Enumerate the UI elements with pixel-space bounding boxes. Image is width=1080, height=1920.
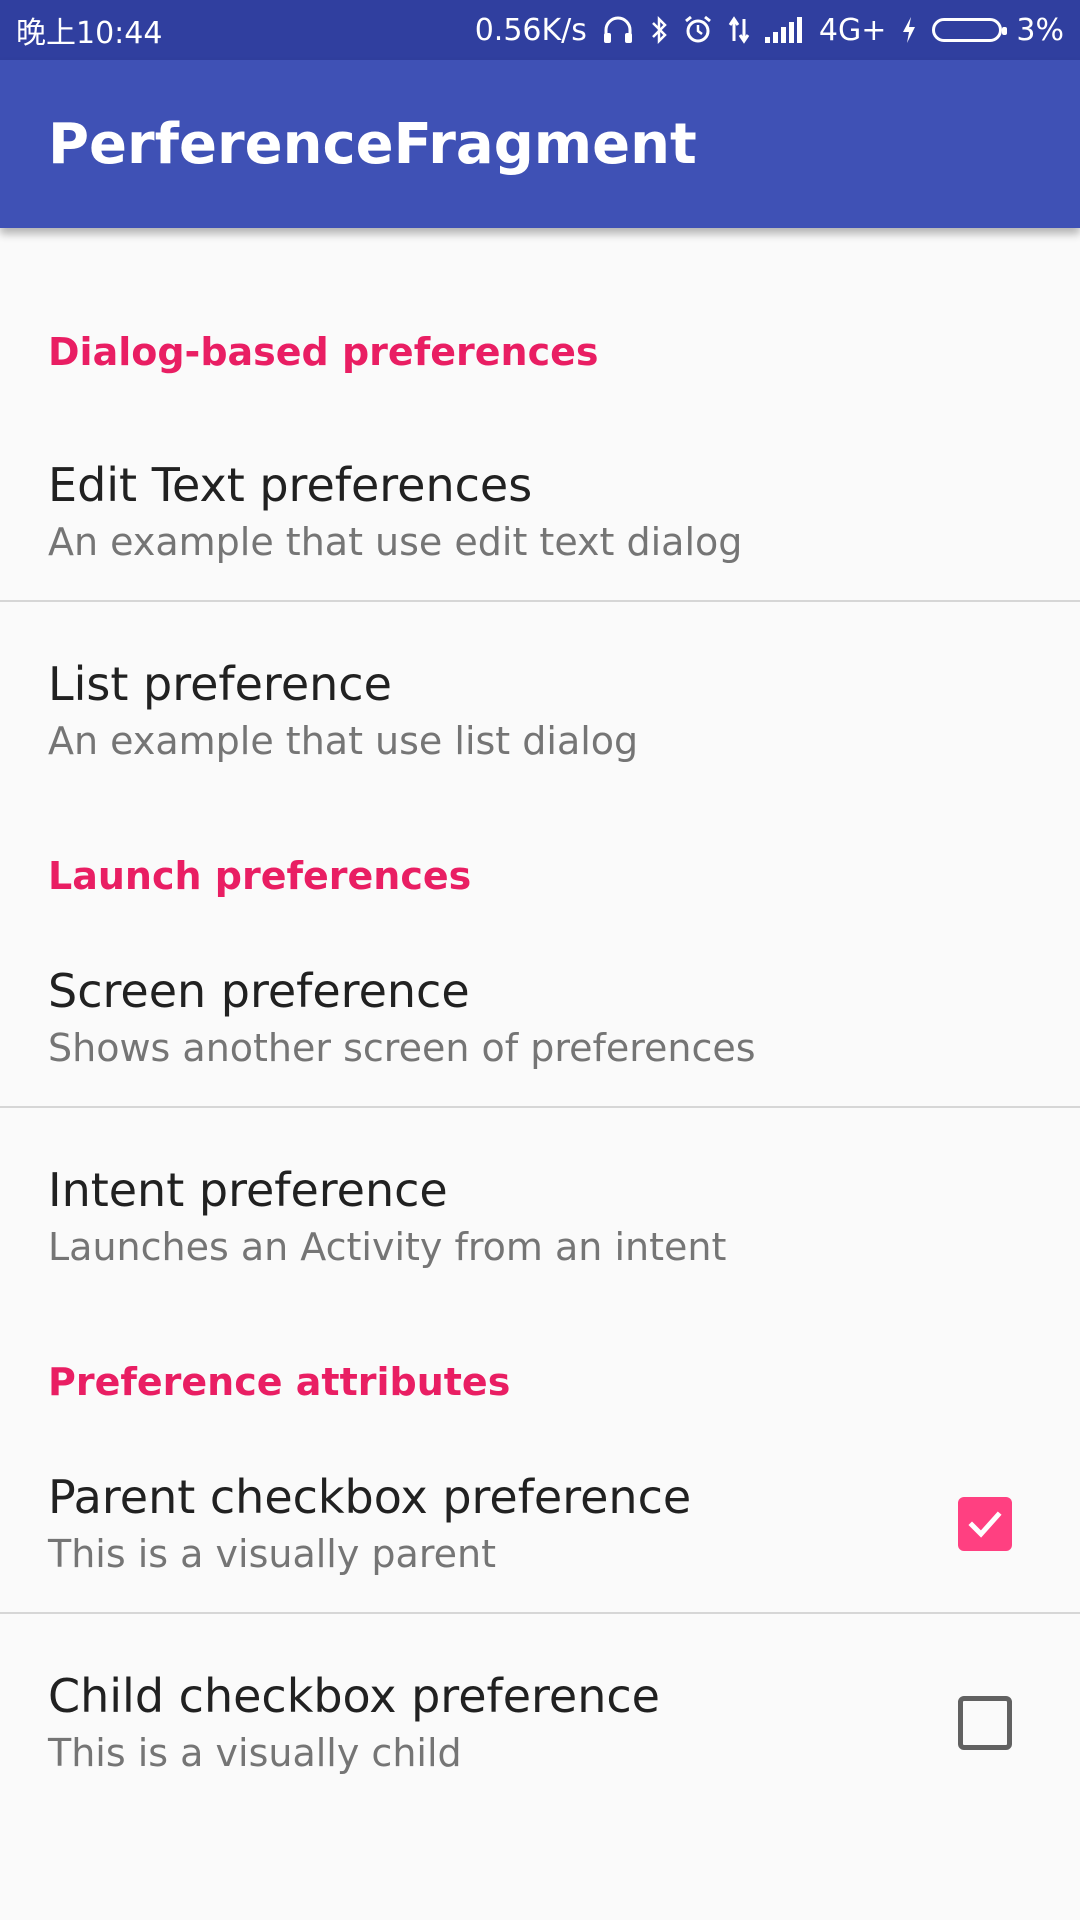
pref-summary: Shows another screen of preferences (48, 1025, 756, 1070)
preference-list: Dialog-based preferences Edit Text prefe… (0, 228, 1080, 1832)
pref-title: Edit Text preferences (48, 457, 533, 512)
pref-summary: An example that use list dialog (48, 718, 639, 763)
pref-title: Screen preference (48, 963, 470, 1018)
app-bar: PerferenceFragment (0, 60, 1080, 228)
edit-text-preference[interactable]: Edit Text preferences An example that us… (0, 424, 1080, 600)
network-type: 4G+ (818, 12, 887, 48)
pref-title: List preference (48, 656, 392, 711)
intent-preference[interactable]: Intent preference Launches an Activity f… (0, 1108, 1080, 1326)
app-title: PerferenceFragment (48, 111, 697, 177)
status-bar: 晚上10:44 0.56K/s 4G+ 3% (0, 0, 1080, 60)
check-icon (968, 1511, 1002, 1538)
battery-percent: 3% (1016, 12, 1064, 48)
pref-texts: Screen preference Shows another screen o… (48, 964, 1032, 1073)
list-preference[interactable]: List preference An example that use list… (0, 602, 1080, 820)
pref-summary: This is a visually child (48, 1730, 462, 1775)
parent-checkbox-preference[interactable]: Parent checkbox preference This is a vis… (0, 1436, 1080, 1612)
pref-title: Child checkbox preference (48, 1668, 660, 1723)
signal-icon (764, 15, 805, 45)
pref-title: Parent checkbox preference (48, 1469, 692, 1524)
pref-texts: Intent preference Launches an Activity f… (48, 1163, 1032, 1272)
category-label: Launch preferences (48, 854, 472, 898)
pref-texts: Child checkbox preference This is a visu… (48, 1669, 958, 1778)
pref-summary: This is a visually parent (48, 1531, 496, 1576)
category-label: Preference attributes (48, 1360, 511, 1404)
headphones-icon (601, 15, 635, 45)
category-dialog-based: Dialog-based preferences (0, 228, 1080, 424)
screen-preference[interactable]: Screen preference Shows another screen o… (0, 930, 1080, 1106)
pref-summary: Launches an Activity from an intent (48, 1224, 727, 1269)
child-checkbox[interactable] (958, 1696, 1012, 1750)
status-time: 晚上10:44 (16, 16, 163, 51)
network-speed: 0.56K/s (474, 12, 587, 48)
category-launch: Launch preferences (0, 820, 1080, 930)
alarm-icon (683, 15, 713, 45)
pref-texts: List preference An example that use list… (48, 657, 1032, 766)
child-checkbox-preference[interactable]: Child checkbox preference This is a visu… (0, 1614, 1080, 1832)
category-label: Dialog-based preferences (48, 330, 599, 374)
battery-icon (932, 18, 1008, 42)
pref-title: Intent preference (48, 1162, 448, 1217)
charging-icon (900, 15, 918, 45)
pref-texts: Parent checkbox preference This is a vis… (48, 1470, 958, 1579)
pref-texts: Edit Text preferences An example that us… (48, 458, 1032, 567)
data-arrows-icon (727, 15, 751, 45)
bluetooth-icon (649, 15, 669, 45)
pref-summary: An example that use edit text dialog (48, 519, 743, 564)
category-attributes: Preference attributes (0, 1326, 1080, 1436)
parent-checkbox[interactable] (958, 1497, 1012, 1551)
